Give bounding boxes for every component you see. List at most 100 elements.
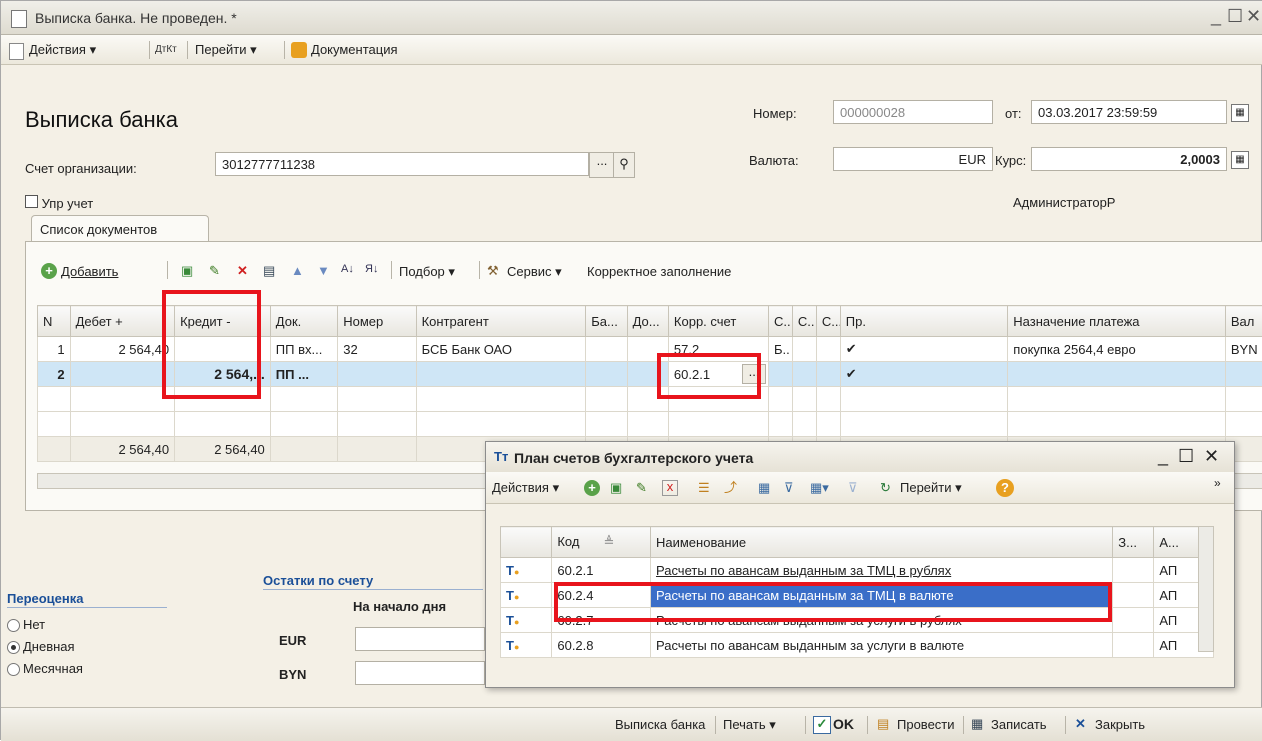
accounts-header-row: Код≜ Наименование З... А... [501,527,1214,558]
posted-checkbox[interactable]: ✔ [840,337,1008,362]
move-down-icon[interactable]: ▼ [317,263,330,279]
post-button[interactable]: Провести [897,717,955,732]
date-label: от: [1005,106,1022,121]
menu-bar: Действия ▾ ДтКт Перейти ▾ Документация [1,35,1262,65]
user-name: АдминистраторР [1013,195,1115,210]
print-menu[interactable]: Печать ▾ [723,717,776,733]
col-header[interactable]: Ба... [586,306,627,337]
rate-label: Курс: [995,153,1026,168]
dialog-edit-icon[interactable]: ✎ [636,480,647,496]
add-button[interactable]: Добавить [61,264,118,279]
currency-field[interactable]: EUR [833,147,993,171]
minimize-button[interactable]: _ [1211,6,1221,27]
goto-menu[interactable]: Перейти ▾ [195,42,257,58]
level-up-icon[interactable]: ⤴ [724,480,737,496]
sort-desc-icon[interactable]: Я↓ [365,261,378,277]
account-type-icon: T● [501,583,552,608]
col-header[interactable]: Контрагент [416,306,586,337]
filter-icon[interactable]: ▦ [758,480,770,496]
service-icon[interactable]: ⚒ [487,263,499,279]
dialog-goto-menu[interactable]: Перейти ▾ [900,480,962,496]
service-menu[interactable]: Сервис ▾ [507,264,562,280]
save-button[interactable]: Записать [991,717,1047,732]
col-header[interactable]: До... [627,306,668,337]
account-type-icon: T● [501,558,552,583]
col-header[interactable]: С... [816,306,840,337]
reval-option-daily[interactable]: Дневная [7,639,75,654]
accounts-vertical-scrollbar[interactable] [1198,526,1214,652]
sort-asc-icon[interactable]: A↓ [341,261,354,277]
col-header[interactable]: Номер [338,306,416,337]
correct-fill-button[interactable]: Корректное заполнение [587,264,731,279]
dialog-actions-menu[interactable]: Действия ▾ [492,480,559,496]
dialog-close-button[interactable]: ✕ [1204,446,1219,467]
table-row-empty [38,412,1262,437]
select-menu[interactable]: Подбор ▾ [399,264,455,280]
reval-option-monthly[interactable]: Месячная [7,661,83,676]
save-icon: ▦ [971,716,983,732]
col-header[interactable]: Назначение платежа [1008,306,1226,337]
close-window-button[interactable]: ✕ [1246,6,1261,27]
filter-list-icon[interactable]: ▦▾ [810,480,829,496]
currency-label: Валюта: [749,153,799,168]
highlight-corr-account [657,353,761,399]
rate-field[interactable]: 2,0003 [1031,147,1227,171]
edit-icon[interactable]: ✎ [209,263,220,279]
col-header[interactable]: Корр. счет [668,306,768,337]
filter-set-icon[interactable]: ⊽ [784,480,794,496]
tab-label: Список документов [40,222,157,237]
main-window: Выписка банка. Не проведен. * _ ☐ ✕ Дейс… [0,0,1262,740]
add-icon[interactable]: + [41,263,57,279]
search-icon[interactable]: ⚲ [613,152,635,178]
account-row[interactable]: T● 60.2.1 Расчеты по авансам выданным за… [501,558,1214,583]
ok-button[interactable]: OK [833,716,854,732]
dialog-maximize-button[interactable]: ☐ [1178,446,1194,467]
actions-menu[interactable]: Действия ▾ [29,42,96,58]
dialog-copy-icon[interactable]: ▣ [610,480,622,496]
posted-checkbox[interactable]: ✔ [840,362,1008,387]
date-field[interactable]: 03.03.2017 23:59:59 [1031,100,1227,124]
col-header[interactable]: Дебет + [70,306,174,337]
col-header[interactable]: Пр. [840,306,1008,337]
bank-statement-button[interactable]: Выписка банка [615,717,705,732]
upr-checkbox[interactable]: Упр учет [25,195,93,211]
dialog-delete-icon[interactable]: x [662,480,678,496]
chart-icon: Тт [494,449,508,464]
dialog-add-icon[interactable]: + [584,480,600,496]
calculator-icon[interactable]: ▦ [1231,151,1249,169]
col-header[interactable]: Док. [270,306,337,337]
move-up-icon[interactable]: ▲ [291,263,304,279]
post-icon[interactable]: ▤ [263,263,275,279]
col-header[interactable]: С.. [769,306,793,337]
delete-icon[interactable]: ✕ [237,263,248,279]
hierarchy-icon[interactable]: ☰ [698,480,710,496]
window-title: Выписка банка. Не проведен. * [35,10,237,26]
account-row[interactable]: T● 60.2.8 Расчеты по авансам выданным за… [501,633,1214,658]
balance-eur-field [355,627,485,651]
col-header-name[interactable]: Наименование [650,527,1112,558]
number-field[interactable]: 000000028 [833,100,993,124]
copy-icon[interactable]: ▣ [181,263,193,279]
refresh-icon[interactable]: ↻ [880,480,891,496]
ok-icon: ✓ [813,716,831,734]
maximize-button[interactable]: ☐ [1227,6,1243,27]
select-button[interactable]: ... [589,152,615,178]
calendar-icon[interactable]: ▦ [1231,104,1249,122]
close-button[interactable]: Закрыть [1095,717,1145,732]
col-header-z[interactable]: З... [1113,527,1154,558]
balances-title: Остатки по счету [263,573,373,588]
account-field[interactable]: 3012777711238 [215,152,589,176]
balances-column-header: На начало дня [353,599,446,614]
more-tools-icon[interactable]: » [1214,476,1221,490]
col-header[interactable]: Вал [1225,306,1262,337]
dialog-minimize-button[interactable]: _ [1158,446,1168,467]
reval-option-none[interactable]: Нет [7,617,45,632]
col-header[interactable]: N [38,306,71,337]
documentation-link[interactable]: Документация [311,42,398,57]
help-icon[interactable]: ? [996,479,1014,497]
col-header-code[interactable]: Код≜ [552,527,651,558]
filter-clear-icon[interactable]: ⊽ [848,480,858,496]
col-header[interactable]: С.. [792,306,816,337]
tab-documents[interactable]: Список документов [31,215,209,241]
dt-kt-icon[interactable]: ДтКт [155,42,177,58]
